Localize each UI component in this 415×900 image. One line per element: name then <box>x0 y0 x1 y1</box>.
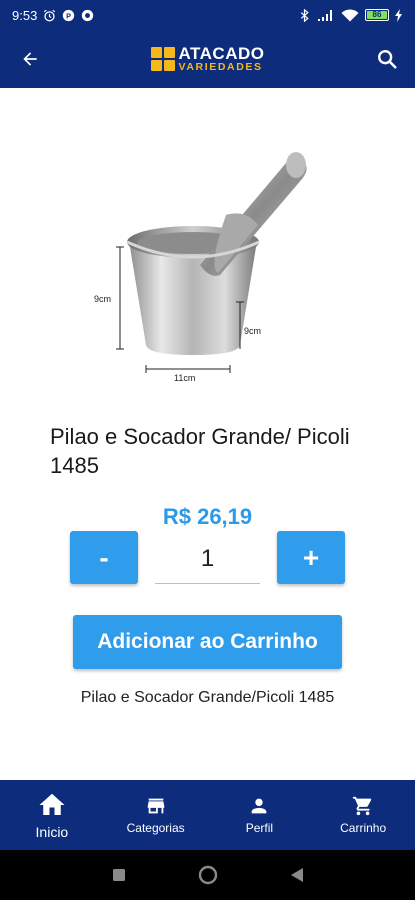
status-right: 86 <box>298 8 403 22</box>
nav-item-categorias[interactable]: Categorias <box>104 780 208 850</box>
recents-icon[interactable] <box>112 868 126 882</box>
charging-icon <box>395 8 402 22</box>
person-icon <box>252 798 267 814</box>
store-icon <box>147 798 164 814</box>
nav-item-inicio[interactable]: Inicio <box>0 780 104 850</box>
store-logo: ATACADO VARIEDADES <box>150 45 265 73</box>
search-button[interactable] <box>371 45 403 73</box>
bottom-nav: Inicio Categorias Perfil Carrinho <box>0 780 415 850</box>
dim-height-label: 9cm <box>94 294 111 304</box>
decrease-quantity-button[interactable]: - <box>70 531 138 584</box>
nav-label-inicio: Inicio <box>35 824 69 840</box>
add-to-cart-button[interactable]: Adicionar ao Carrinho <box>73 615 342 669</box>
back-nav-icon[interactable] <box>290 867 304 883</box>
battery-level: 86 <box>367 11 387 19</box>
nav-label-categorias: Categorias <box>126 821 185 835</box>
dim-side-label: 9cm <box>244 326 261 336</box>
svg-text:P: P <box>66 11 71 20</box>
data-saver-icon <box>82 9 94 21</box>
cart-icon <box>353 796 372 816</box>
bluetooth-icon <box>300 8 309 22</box>
status-time: 9:53 <box>12 7 38 23</box>
notification-icon: P <box>63 9 75 21</box>
logo-line2: VARIEDADES <box>178 61 263 74</box>
quantity-input[interactable] <box>155 534 260 584</box>
logo-text: ATACADO VARIEDADES <box>179 45 265 73</box>
nav-item-perfil[interactable]: Perfil <box>208 780 312 850</box>
product-image: 9cm 9cm 11cm <box>50 97 366 419</box>
status-left: 9:53 P <box>12 8 94 23</box>
signal-icon <box>318 9 332 21</box>
product-description: Pilao e Socador Grande/Picoli 1485 <box>80 689 335 706</box>
arrow-back-icon <box>23 52 37 66</box>
wifi-icon <box>341 8 359 21</box>
alarm-icon <box>44 9 56 21</box>
product-title: Pilao e Socador Grande/ Picoli 1485 <box>50 424 350 478</box>
status-bar: 9:53 P 86 <box>0 0 415 30</box>
search-icon <box>378 50 397 69</box>
nav-label-perfil: Perfil <box>245 821 274 835</box>
system-nav-bar <box>0 850 415 900</box>
increase-quantity-button[interactable]: + <box>277 531 345 584</box>
product-price: R$ 26,19 <box>162 504 253 529</box>
nav-item-carrinho[interactable]: Carrinho <box>311 780 415 850</box>
home-button-icon[interactable] <box>198 865 218 885</box>
app-bar: ATACADO VARIEDADES <box>0 30 415 88</box>
back-button[interactable] <box>14 45 46 73</box>
home-icon <box>39 793 65 815</box>
logo-grid-icon <box>150 47 175 71</box>
dim-width-label: 11cm <box>174 373 195 383</box>
nav-label-carrinho: Carrinho <box>340 821 387 835</box>
logo-line1: ATACADO <box>178 44 265 64</box>
mortar-pestle-illustration: 9cm 9cm 11cm <box>94 152 307 383</box>
battery-icon: 86 <box>365 9 389 21</box>
